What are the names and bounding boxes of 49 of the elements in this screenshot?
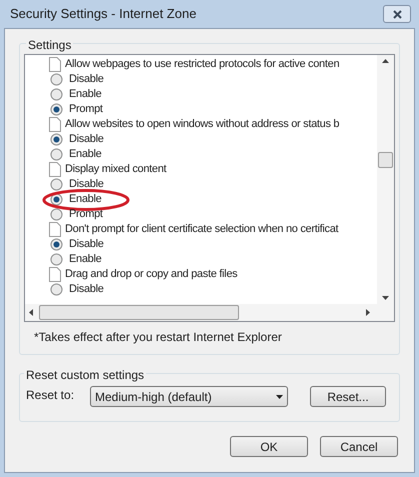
document-icon <box>49 57 61 72</box>
radio-button[interactable] <box>50 238 63 251</box>
scroll-right-icon[interactable] <box>366 309 370 316</box>
radio-button[interactable] <box>50 103 63 116</box>
scroll-thumb[interactable] <box>39 305 239 320</box>
window-title: Security Settings - Internet Zone <box>10 5 196 24</box>
option-label[interactable]: Disable <box>69 236 104 253</box>
radio-button[interactable] <box>50 208 63 221</box>
setting-name: Drag and drop or copy and paste files <box>65 267 238 282</box>
radio-button[interactable] <box>50 178 63 191</box>
level-dropdown[interactable]: Medium-high (default) <box>90 386 288 407</box>
radio-button[interactable] <box>50 148 63 161</box>
setting-name: Display mixed content <box>65 162 166 178</box>
option-label[interactable]: Disable <box>69 131 104 148</box>
setting-name: Allow webpages to use restricted protocols for active conten <box>65 57 340 72</box>
close-icon <box>392 10 402 18</box>
horizontal-scrollbar[interactable] <box>25 304 394 321</box>
settings-list[interactable] <box>24 54 395 322</box>
close-button[interactable] <box>383 5 411 23</box>
reset-button[interactable]: Reset... <box>310 386 386 407</box>
setting-name: Allow websites to open windows without address or status b <box>65 117 340 132</box>
radio-button[interactable] <box>50 88 63 101</box>
option-label[interactable]: Prompt <box>69 101 103 118</box>
setting-name: Don't prompt for client certificate selection when no certificat <box>65 222 338 238</box>
option-label[interactable]: Prompt <box>69 206 103 223</box>
dropdown-arrow-icon <box>276 394 283 398</box>
reset-to-label: Reset to: <box>26 387 76 404</box>
document-icon <box>49 222 61 237</box>
dialog-button[interactable]: Cancel <box>320 436 398 457</box>
option-label[interactable]: Disable <box>69 71 104 88</box>
scroll-left-icon[interactable] <box>29 309 33 316</box>
vertical-scrollbar[interactable] <box>377 55 394 304</box>
scroll-up-icon[interactable] <box>382 59 389 63</box>
dialog-button[interactable]: OK <box>230 436 308 457</box>
option-label[interactable]: Enable <box>69 86 102 103</box>
option-label[interactable]: Disable <box>69 176 104 193</box>
radio-button[interactable] <box>50 73 63 86</box>
option-label[interactable]: Disable <box>69 281 104 298</box>
document-icon <box>49 162 61 177</box>
option-label[interactable]: Enable <box>69 251 102 268</box>
scroll-down-icon[interactable] <box>382 296 389 300</box>
option-label[interactable]: Enable <box>69 146 102 163</box>
radio-button[interactable] <box>50 253 63 266</box>
document-icon <box>49 267 61 282</box>
radio-button[interactable] <box>50 133 63 146</box>
document-icon <box>49 117 61 132</box>
radio-button[interactable] <box>50 283 63 296</box>
scroll-thumb[interactable] <box>378 152 393 168</box>
restart-note: *Takes effect after you restart Internet Explorer <box>33 329 283 346</box>
